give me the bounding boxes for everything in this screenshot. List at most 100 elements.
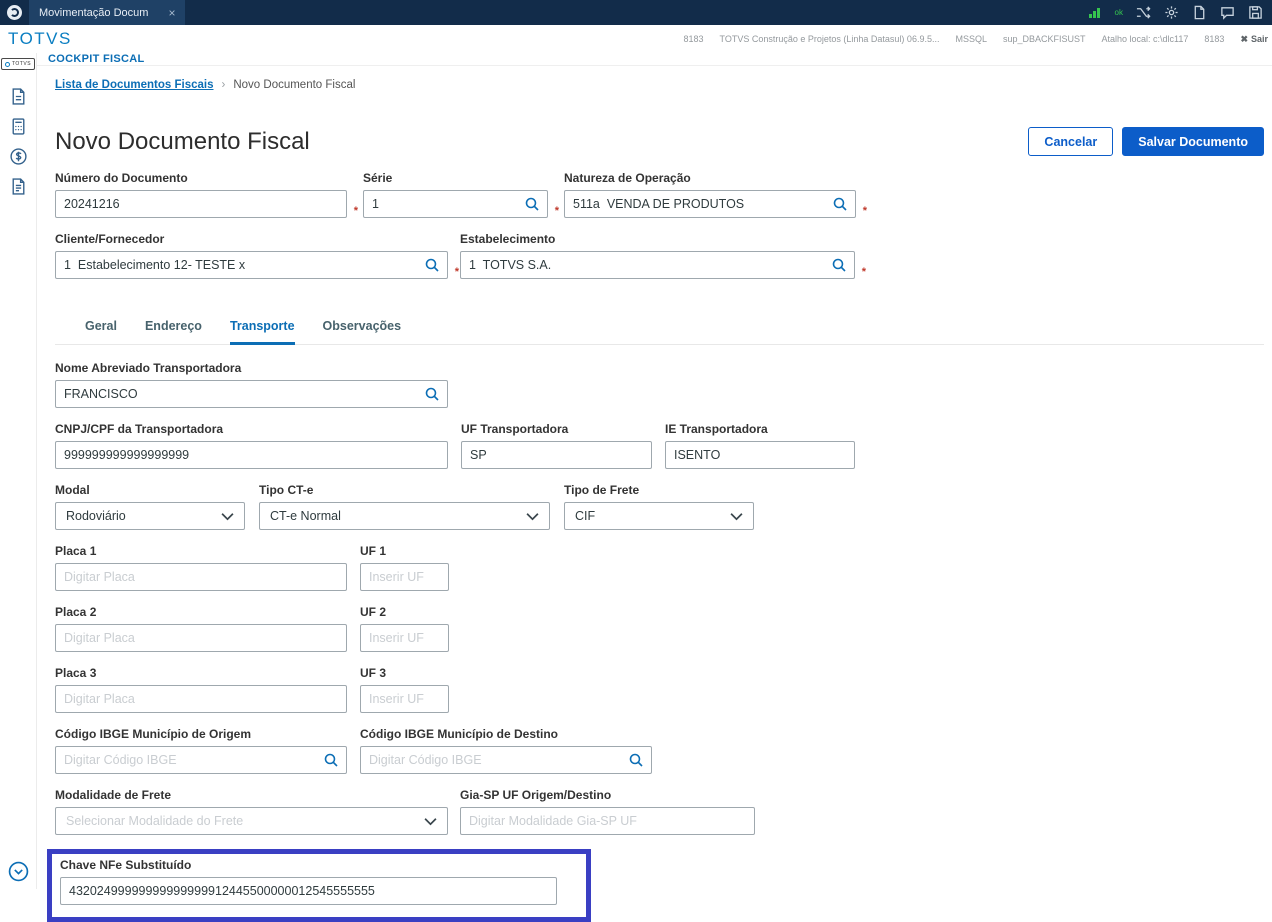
field-placa-2: Placa 2: [55, 605, 347, 652]
chat-icon[interactable]: [1220, 5, 1235, 20]
save-document-button[interactable]: Salvar Documento: [1122, 127, 1264, 156]
app-logo-icon: [7, 5, 22, 20]
environment-info: 8183 TOTVS Construção e Projetos (Linha …: [683, 34, 1268, 45]
field-uf-transportadora: UF Transportadora: [461, 422, 652, 469]
field-natureza-operacao: Natureza de Operação *: [564, 171, 867, 218]
natureza-operacao-input[interactable]: [564, 190, 856, 218]
serie-input[interactable]: [363, 190, 548, 218]
placa-1-label: Placa 1: [55, 544, 97, 558]
search-icon[interactable]: [628, 752, 644, 768]
modal-value: Rodoviário: [66, 509, 126, 523]
chevron-down-icon: [526, 512, 539, 521]
placa-2-input[interactable]: [55, 624, 347, 652]
placa-2-label: Placa 2: [55, 605, 97, 619]
tipo-frete-select[interactable]: CIF: [564, 502, 754, 530]
save-icon[interactable]: [1248, 5, 1263, 20]
modalidade-frete-placeholder: Selecionar Modalidade do Frete: [66, 814, 244, 828]
env-port-2: 8183: [1204, 34, 1225, 44]
sidebar-item-documentos[interactable]: [9, 87, 28, 106]
totvs-logo: TOTVS: [8, 29, 72, 48]
ie-transportadora-input[interactable]: [665, 441, 855, 469]
uf-transportadora-input[interactable]: [461, 441, 652, 469]
search-icon[interactable]: [323, 752, 339, 768]
ie-transportadora-label: IE Transportadora: [665, 422, 768, 436]
gia-sp-input[interactable]: [460, 807, 755, 835]
env-shortcut: Atalho local: c:\dlc117: [1101, 34, 1189, 44]
field-uf-2: UF 2: [360, 605, 449, 652]
field-cliente-fornecedor: Cliente/Fornecedor *: [55, 232, 459, 279]
field-modal: Modal Rodoviário: [55, 483, 245, 530]
totvs-mark-icon: [4, 61, 10, 67]
logout-button[interactable]: ✖ Sair: [1240, 34, 1268, 45]
cliente-fornecedor-input[interactable]: [55, 251, 448, 279]
field-estabelecimento: Estabelecimento *: [460, 232, 866, 279]
footer-expand-button[interactable]: [8, 861, 29, 882]
cancel-button[interactable]: Cancelar: [1028, 127, 1114, 156]
breadcrumb-link-lista[interactable]: Lista de Documentos Fiscais: [55, 79, 214, 91]
search-icon[interactable]: [424, 386, 440, 402]
search-icon[interactable]: [424, 257, 440, 273]
estabelecimento-input[interactable]: [460, 251, 855, 279]
tipo-frete-value: CIF: [575, 509, 596, 523]
field-numero-documento: Número do Documento *: [55, 171, 358, 218]
chevron-down-icon: [221, 512, 234, 521]
uf-1-label: UF 1: [360, 544, 387, 558]
tab-observacoes[interactable]: Observações: [323, 319, 402, 344]
field-serie: Série *: [363, 171, 559, 218]
transporte-panel: Nome Abreviado Transportadora CNPJ/CPF d…: [47, 361, 1264, 922]
field-ibge-destino: Código IBGE Município de Destino: [360, 727, 652, 774]
placa-1-input[interactable]: [55, 563, 347, 591]
gear-icon[interactable]: [1164, 5, 1179, 20]
tab-transporte[interactable]: Transporte: [229, 319, 295, 345]
placa-3-input[interactable]: [55, 685, 347, 713]
ibge-origem-input[interactable]: [55, 746, 347, 774]
module-header: COCKPIT FISCAL: [37, 53, 1272, 66]
uf-2-input[interactable]: [360, 624, 449, 652]
modalidade-frete-select[interactable]: Selecionar Modalidade do Frete: [55, 807, 448, 835]
numero-documento-input[interactable]: [55, 190, 347, 218]
ibge-destino-input[interactable]: [360, 746, 652, 774]
sidebar-item-notas[interactable]: [9, 177, 28, 196]
close-icon: ✖: [1240, 33, 1248, 44]
page-title: Novo Documento Fiscal: [55, 127, 310, 155]
search-icon[interactable]: [831, 257, 847, 273]
tab-geral[interactable]: Geral: [85, 319, 117, 344]
uf-2-label: UF 2: [360, 605, 387, 619]
connection-status: ok: [1114, 8, 1123, 17]
tab-close-icon[interactable]: ×: [168, 6, 175, 20]
cliente-fornecedor-label: Cliente/Fornecedor: [55, 232, 165, 246]
field-tipo-frete: Tipo de Frete CIF: [564, 483, 754, 530]
modalidade-frete-label: Modalidade de Frete: [55, 788, 172, 802]
logout-label: Sair: [1250, 34, 1268, 44]
numero-documento-label: Número do Documento: [55, 171, 188, 185]
uf-transportadora-label: UF Transportadora: [461, 422, 569, 436]
required-marker: *: [454, 266, 459, 278]
nome-abreviado-input[interactable]: [55, 380, 448, 408]
modal-select[interactable]: Rodoviário: [55, 502, 245, 530]
search-icon[interactable]: [524, 196, 540, 212]
search-icon[interactable]: [832, 196, 848, 212]
sidebar-totvs-logo[interactable]: TOTVS: [0, 58, 36, 70]
module-title: COCKPIT FISCAL: [48, 53, 145, 65]
required-marker: *: [862, 205, 867, 217]
required-marker: *: [353, 205, 358, 217]
env-user: sup_DBACKFISUST: [1002, 34, 1086, 44]
chevron-down-icon: [730, 512, 743, 521]
tab-endereco[interactable]: Endereço: [145, 319, 202, 344]
cnpj-input[interactable]: [55, 441, 448, 469]
uf-3-input[interactable]: [360, 685, 449, 713]
sidebar-item-financeiro[interactable]: [9, 147, 28, 166]
shuffle-icon[interactable]: [1136, 5, 1151, 20]
chave-nfe-input[interactable]: [60, 877, 557, 905]
document-icon[interactable]: [1192, 5, 1207, 20]
field-placa-3: Placa 3: [55, 666, 347, 713]
breadcrumb-current: Novo Documento Fiscal: [233, 79, 356, 91]
tipo-cte-value: CT-e Normal: [270, 509, 341, 523]
app-tab-movimentacao[interactable]: Movimentação Docum ×: [29, 0, 186, 25]
tipo-cte-select[interactable]: CT-e Normal: [259, 502, 550, 530]
cnpj-label: CNPJ/CPF da Transportadora: [55, 422, 224, 436]
field-uf-1: UF 1: [360, 544, 449, 591]
chave-nfe-highlight-annotation: Chave NFe Substituído: [47, 849, 591, 922]
uf-1-input[interactable]: [360, 563, 449, 591]
sidebar-item-calculadora[interactable]: [9, 117, 28, 136]
